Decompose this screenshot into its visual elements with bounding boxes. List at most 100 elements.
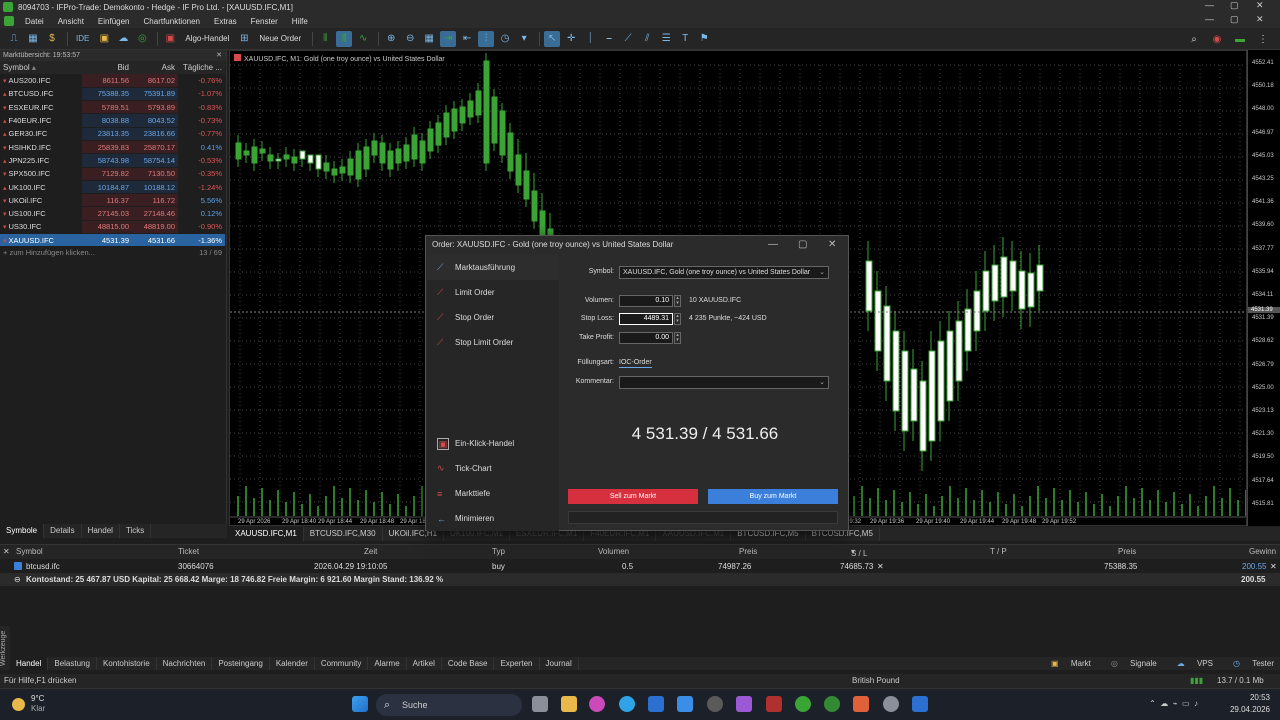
market-depth[interactable]: ≡ Markttiefe [427, 481, 559, 506]
minimize[interactable]: ← Minimieren [427, 506, 559, 531]
child-minimize-icon[interactable]: — [1205, 14, 1214, 24]
windows-start-icon[interactable] [352, 696, 368, 712]
tab-artikel[interactable]: Artikel [407, 657, 442, 670]
volume-input[interactable]: 0.10 [619, 295, 673, 307]
toolbox-side-label[interactable]: Werkzeuge [0, 626, 10, 670]
close-icon[interactable]: ✕ [3, 547, 10, 556]
account-icon[interactable]: ▬ [1232, 31, 1248, 47]
volume-stepper[interactable]: ▴ ▾ [674, 295, 681, 307]
search-icon[interactable]: ⌕ [1186, 31, 1202, 47]
app-icon-1[interactable] [707, 696, 723, 712]
tester-link[interactable]: ◷ Tester [1223, 657, 1274, 670]
col-trade-symbol[interactable]: Symbol [16, 547, 43, 556]
tab-posteingang[interactable]: Posteingang [212, 657, 270, 670]
chart-shift-icon[interactable]: ⇤ [459, 31, 475, 47]
algo-trading-button[interactable]: Algo-Handel [181, 31, 233, 47]
settings-icon[interactable] [883, 696, 899, 712]
table-row[interactable]: ▴ JPN225.IFC 58743.98 58754.14 -0.53% [0, 153, 225, 168]
table-row[interactable]: btcusd.ifc 30664076 2026.04.29 19:10:05 … [0, 560, 1280, 573]
col-time[interactable]: Zeit [364, 547, 377, 556]
stoploss-input[interactable]: 4489.31 [619, 313, 673, 325]
horizontal-line-icon[interactable]: ⎯ [601, 31, 617, 47]
col-ticket[interactable]: Ticket [178, 547, 199, 556]
one-click-trading[interactable]: ▣ Ein-Klick-Handel [427, 431, 559, 456]
takeprofit-stepper[interactable]: ▴ ▾ [674, 332, 681, 344]
table-row[interactable]: ▴ GER30.IFC 23813.35 23816.66 -0.77% [0, 127, 225, 141]
add-symbol-row[interactable]: + zum Hinzufügen klicken... 13 / 69 [0, 247, 226, 259]
child-close-icon[interactable]: ✕ [1256, 14, 1264, 25]
close-icon[interactable]: ✕ [828, 236, 836, 254]
stoploss-stepper[interactable]: ▴ ▾ [674, 313, 681, 325]
templates-icon[interactable]: ▾ [516, 31, 532, 47]
symbol-select[interactable]: XAUUSD.IFC, Gold (one troy ounce) vs Uni… [619, 266, 829, 279]
tab-alarme[interactable]: Alarme [368, 657, 407, 670]
channel-icon[interactable]: ⫽ [639, 31, 655, 47]
sell-button[interactable]: Sell zum Markt [568, 489, 698, 504]
maximize-icon[interactable]: ▢ [1230, 0, 1239, 11]
mode-limit-order[interactable]: ⟋ Limit Order [427, 280, 559, 305]
child-restore-icon[interactable]: ▢ [1230, 14, 1239, 25]
tab-code-base[interactable]: Code Base [442, 657, 495, 670]
store-icon[interactable] [677, 696, 693, 712]
new-chart-icon[interactable]: ⎍ [6, 31, 22, 47]
mode-stop-limit-order[interactable]: ⟋ Stop Limit Order [427, 330, 559, 355]
task-view-icon[interactable] [532, 696, 548, 712]
tick-chart[interactable]: ∿ Tick-Chart [427, 456, 559, 481]
table-row[interactable]: ▾ US30.IFC 48815.00 48819.00 -0.90% [0, 220, 225, 235]
lock-icon[interactable]: ▣ [96, 31, 112, 47]
more-icon[interactable]: ⋮ [1255, 31, 1271, 47]
col-volume[interactable]: Volumen [598, 547, 629, 556]
menu-extras[interactable]: Extras [207, 17, 244, 26]
mode-stop-order[interactable]: ⟋ Stop Order [427, 305, 559, 330]
metatrader-icon[interactable] [795, 696, 811, 712]
table-row[interactable]: ▾ ESXEUR.IFC 5789.51 5793.89 -0.83% [0, 100, 225, 115]
tab-symbole[interactable]: Symbole [0, 524, 45, 538]
menu-chartfunktionen[interactable]: Chartfunktionen [137, 17, 207, 26]
periods-icon[interactable]: ◷ [497, 31, 513, 47]
table-row[interactable]: ▾ HSIHKD.IFC 25839.83 25870.17 0.41% [0, 140, 225, 155]
buy-button[interactable]: Buy zum Markt [708, 489, 838, 504]
remove-sl-icon[interactable]: ✕ [877, 562, 884, 571]
algo-trading-icon[interactable]: ▣ [162, 31, 178, 47]
tab-kalender[interactable]: Kalender [270, 657, 315, 670]
shapes-icon[interactable]: ⚑ [696, 31, 712, 47]
menu-ansicht[interactable]: Ansicht [51, 17, 91, 26]
system-tray[interactable]: ⌃ ☁ ⌁ ▭ ♪ 20:53 29.04.2026 [1149, 692, 1270, 716]
col-type[interactable]: Typ [492, 547, 505, 556]
table-row[interactable]: ▴ UK100.IFC 10184.87 10188.12 -1.24% [0, 180, 225, 195]
table-row[interactable]: ▾ SPX500.IFC 7129.82 7130.50 -0.35% [0, 167, 225, 181]
col-symbol[interactable]: Symbol ▴ [0, 61, 82, 74]
tab-kontohistorie[interactable]: Kontohistorie [97, 657, 157, 670]
indicators-icon[interactable]: ⫶ [478, 30, 495, 47]
table-row[interactable]: ▾ UKOil.IFC 116.37 116.72 5.56% [0, 193, 225, 208]
metatrader-icon-2[interactable] [824, 696, 840, 712]
app-icon-4[interactable] [912, 696, 928, 712]
bar-chart-icon[interactable]: ⫴ [317, 31, 333, 47]
weather-widget[interactable]: 9°C Klar [12, 694, 45, 714]
tray-icons[interactable]: ⌃ ☁ ⌁ ▭ ♪ [1149, 698, 1198, 710]
market-link[interactable]: ▣ Markt [1041, 657, 1091, 670]
table-row[interactable]: ▴ F40EUR.IFC 8038.88 8043.52 -0.73% [0, 113, 225, 128]
candle-chart-icon[interactable]: ⫼ [336, 30, 353, 47]
col-price[interactable]: Preis [739, 547, 757, 556]
fill-type-select[interactable]: IOC-Order [619, 359, 652, 368]
line-chart-icon[interactable]: ∿ [355, 31, 371, 47]
close-position-icon[interactable]: ✕ [1270, 562, 1277, 571]
new-order-icon[interactable]: ⊞ [236, 31, 252, 47]
chart-tab-btcusd-m30[interactable]: BTCUSD.IFC,M30 [304, 527, 383, 541]
col-ask[interactable]: Ask [132, 61, 178, 74]
tab-community[interactable]: Community [315, 657, 369, 670]
zoom-in-icon[interactable]: ⊕ [383, 31, 399, 47]
file-explorer-icon[interactable] [561, 696, 577, 712]
tab-nachrichten[interactable]: Nachrichten [157, 657, 213, 670]
minimize-icon[interactable]: — [768, 236, 778, 254]
table-row[interactable]: ▾ AUS200.IFC 8611.56 8617.02 -0.76% [0, 74, 225, 88]
tab-details[interactable]: Details [44, 524, 82, 538]
tab-handel[interactable]: Handel [10, 657, 49, 670]
tab-experten[interactable]: Experten [494, 657, 540, 670]
col-change[interactable]: Tägliche ... [178, 61, 225, 74]
outlook-icon[interactable] [648, 696, 664, 712]
col-tp[interactable]: T / P [990, 547, 1007, 556]
notifications-icon[interactable]: ◉ [1209, 31, 1225, 47]
close-icon[interactable]: ✕ [1256, 0, 1264, 11]
